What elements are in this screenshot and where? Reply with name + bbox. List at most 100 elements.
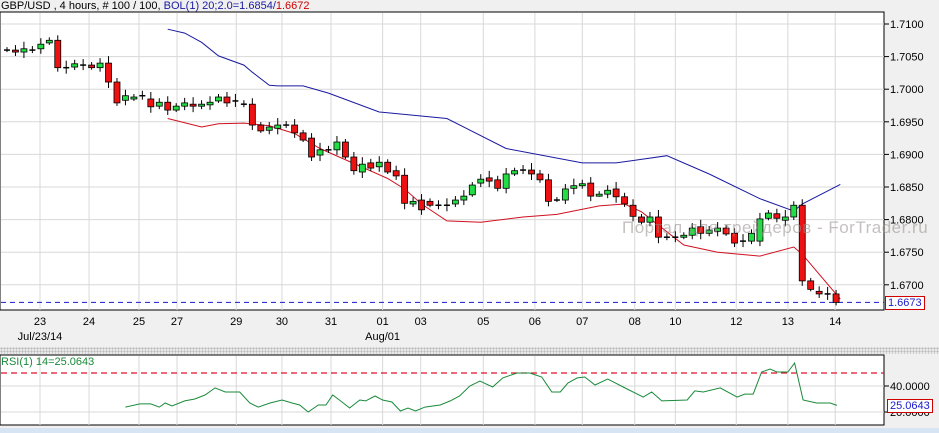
candle-body — [350, 156, 358, 172]
candle-body — [477, 178, 485, 184]
candle-body — [511, 170, 519, 175]
candle-body — [451, 199, 459, 205]
candle-body — [485, 177, 493, 182]
candle-body — [367, 162, 375, 169]
candle-body — [333, 141, 341, 151]
date-tick-label: 05 — [477, 316, 489, 328]
candle-body — [426, 200, 434, 206]
price-tick-label: 1.6750 — [890, 247, 924, 259]
candle-body — [122, 95, 129, 101]
candle-body — [308, 137, 315, 158]
candle-body — [198, 103, 205, 107]
candle-body — [460, 195, 468, 201]
candle-body — [570, 185, 578, 189]
candle-body — [384, 161, 392, 173]
date-tick-label: 12 — [730, 316, 742, 328]
date-tick-label: 06 — [529, 316, 541, 328]
candle-body — [37, 43, 45, 50]
candle-body — [604, 189, 612, 195]
candle-body — [629, 204, 637, 217]
date-tick-label: 31 — [325, 316, 337, 328]
candle-body — [316, 149, 324, 156]
price-tick-label: 1.7000 — [890, 84, 924, 96]
candle-body — [71, 63, 79, 68]
candle-body — [494, 179, 502, 189]
candle-body — [528, 169, 535, 175]
candle-body — [418, 199, 425, 211]
candle-body — [790, 204, 798, 218]
candle-body — [45, 39, 53, 44]
candle-body — [587, 182, 595, 197]
candle-body — [545, 179, 552, 202]
candle-body — [248, 103, 256, 126]
rsi-title: RSI(1) 14=25.0643 — [1, 356, 95, 368]
date-tick-label: 24 — [83, 316, 95, 328]
candle-body — [468, 184, 476, 196]
date-tick-label: 23 — [34, 316, 46, 328]
panel-splitter[interactable] — [0, 347, 939, 354]
date-tick-label: 07 — [576, 316, 588, 328]
price-chart[interactable]: 1.71001.70501.70001.69501.69001.68501.68… — [0, 0, 939, 433]
price-tick-label: 1.7100 — [890, 19, 924, 31]
candle-body — [206, 101, 214, 106]
price-tick-label: 1.7050 — [890, 52, 924, 64]
candle-body — [88, 64, 95, 69]
candle-body — [578, 183, 586, 187]
price-tick-label: 1.6700 — [890, 280, 924, 292]
date-tick-label: 13 — [782, 316, 794, 328]
candle-body — [155, 101, 163, 107]
candle-body — [181, 102, 189, 107]
candle-body — [54, 39, 62, 69]
candle-body — [502, 173, 510, 189]
candle-body — [299, 132, 307, 141]
date-tick-label: 10 — [669, 316, 681, 328]
price-tick-label: 1.6900 — [890, 149, 924, 161]
candle-body — [164, 101, 172, 111]
date-sub-label: Aug/01 — [365, 331, 400, 343]
candle-body — [147, 98, 155, 108]
candle-body — [595, 193, 603, 197]
candle-body — [96, 62, 104, 69]
candle — [54, 35, 62, 72]
rsi-plot-area — [0, 354, 885, 426]
candle-body — [807, 280, 815, 290]
candle-body — [612, 188, 620, 198]
rsi-tick-label: 40.0000 — [890, 381, 930, 393]
candle-body — [536, 173, 544, 181]
rsi-last-value-label: 25.0643 — [887, 399, 933, 413]
candle-body — [291, 124, 299, 134]
date-tick-label: 25 — [133, 316, 145, 328]
date-tick-label: 03 — [415, 316, 427, 328]
price-tick-label: 1.6850 — [890, 182, 924, 194]
candle-body — [130, 96, 138, 100]
price-tick-label: 1.6950 — [890, 117, 924, 129]
watermark: Портал для трейдеров - ForTrader.ru — [622, 218, 929, 237]
candle-body — [189, 103, 197, 107]
candle-body — [561, 188, 569, 201]
candle-body — [12, 49, 19, 53]
candle-body — [815, 290, 823, 295]
candle — [798, 199, 806, 286]
candle — [113, 78, 121, 106]
candle-body — [798, 204, 806, 282]
candle-body — [215, 96, 222, 102]
candle-body — [113, 81, 121, 104]
date-tick-label: 08 — [629, 316, 641, 328]
candle-body — [358, 163, 366, 173]
candle-body — [274, 124, 282, 129]
candle-body — [105, 62, 112, 83]
candle-body — [172, 105, 180, 111]
candle-body — [265, 126, 273, 131]
candle-body — [257, 124, 265, 132]
candle-body — [20, 48, 28, 53]
date-tick-label: 29 — [230, 316, 242, 328]
candle-body — [341, 141, 349, 158]
date-sub-label: Jul/23/14 — [18, 331, 63, 343]
candle-body — [392, 170, 400, 177]
date-tick-label: 01 — [376, 316, 388, 328]
candle-body — [375, 161, 383, 168]
candle-body — [401, 174, 409, 204]
candle-body — [223, 96, 231, 104]
candle — [341, 139, 349, 160]
bottom-strip — [0, 428, 939, 433]
